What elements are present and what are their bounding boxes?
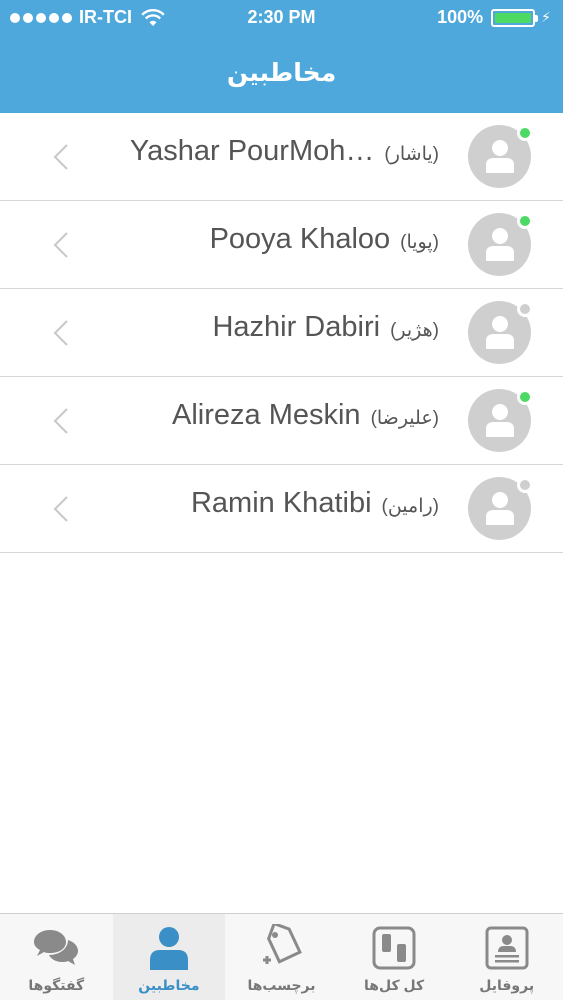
person-icon bbox=[486, 228, 514, 261]
person-icon bbox=[486, 316, 514, 349]
contact-latin-name: Alireza Meskin bbox=[172, 399, 361, 431]
tab-contacts[interactable]: مخاطبین bbox=[112, 914, 226, 1000]
versus-icon bbox=[372, 926, 416, 970]
contact-latin-name: Yashar PourMoh… bbox=[129, 135, 375, 167]
tab-label: گفتگوها bbox=[28, 977, 85, 993]
tab-versus[interactable]: کل کل‌ها bbox=[338, 914, 451, 1000]
contact-persian-name: (یاشار) bbox=[384, 144, 439, 165]
avatar bbox=[468, 125, 533, 188]
online-status-dot bbox=[517, 389, 533, 405]
contact-row[interactable]: Yashar PourMoh… (یاشار) bbox=[0, 113, 563, 201]
contact-latin-name: Pooya Khaloo bbox=[209, 223, 391, 255]
contact-name: Hazhir Dabiri (هژیر) bbox=[212, 289, 439, 377]
tab-conversations[interactable]: گفتگوها bbox=[0, 914, 113, 1000]
tab-bar: گفتگوها مخاطبین برچسب‌ها کل کل‌ها bbox=[0, 913, 563, 1000]
contact-latin-name: Hazhir Dabiri bbox=[212, 311, 381, 343]
offline-status-dot bbox=[517, 301, 533, 317]
tab-profile[interactable]: پروفایل bbox=[450, 914, 563, 1000]
person-icon bbox=[486, 140, 514, 173]
contact-name: Yashar PourMoh… (یاشار) bbox=[130, 113, 439, 201]
contact-latin-name: Ramin Khatibi bbox=[190, 487, 372, 519]
tag-icon bbox=[263, 924, 303, 964]
chevron-left-icon bbox=[53, 408, 68, 434]
person-icon bbox=[486, 492, 514, 525]
battery-icon bbox=[491, 8, 539, 27]
status-bar: IR-TCI 2:30 PM 100% ⚡ bbox=[0, 0, 563, 36]
contact-name: Alireza Meskin (علیرضا) bbox=[172, 377, 439, 465]
avatar bbox=[468, 213, 533, 276]
contact-row[interactable]: Alireza Meskin (علیرضا) bbox=[0, 377, 563, 465]
contact-persian-name: (هژیر) bbox=[390, 320, 439, 341]
page-title: مخاطبین bbox=[226, 59, 337, 87]
avatar bbox=[468, 389, 533, 452]
battery-percent: 100% bbox=[437, 7, 484, 27]
charging-bolt-icon: ⚡ bbox=[541, 9, 551, 25]
tab-label: کل کل‌ها bbox=[364, 977, 425, 993]
contact-persian-name: (رامین) bbox=[381, 496, 439, 517]
status-right: 100% ⚡ bbox=[437, 7, 551, 28]
online-status-dot bbox=[517, 125, 533, 141]
chevron-left-icon bbox=[53, 232, 68, 258]
contact-row[interactable]: Ramin Khatibi (رامین) bbox=[0, 465, 563, 553]
contact-row[interactable]: Hazhir Dabiri (هژیر) bbox=[0, 289, 563, 377]
online-status-dot bbox=[517, 213, 533, 229]
chevron-left-icon bbox=[53, 496, 68, 522]
chevron-left-icon bbox=[53, 144, 68, 170]
contact-name: Ramin Khatibi (رامین) bbox=[191, 465, 439, 553]
contact-persian-name: (پویا) bbox=[400, 232, 439, 253]
profile-card-icon bbox=[485, 926, 529, 970]
contacts-list: Yashar PourMoh… (یاشار) Pooya Khaloo (پویا… bbox=[0, 113, 563, 553]
person-icon bbox=[149, 927, 188, 970]
tab-label: برچسب‌ها bbox=[247, 977, 316, 993]
tab-label: مخاطبین bbox=[138, 977, 200, 993]
contact-name: Pooya Khaloo (پویا) bbox=[210, 201, 439, 289]
tab-tags[interactable]: برچسب‌ها bbox=[225, 914, 338, 1000]
avatar bbox=[468, 301, 533, 364]
tab-label: پروفایل bbox=[479, 977, 535, 993]
chat-bubbles-icon bbox=[34, 930, 79, 965]
contact-persian-name: (علیرضا) bbox=[370, 408, 439, 429]
chevron-left-icon bbox=[53, 320, 68, 346]
avatar bbox=[468, 477, 533, 540]
offline-status-dot bbox=[517, 477, 533, 493]
contact-row[interactable]: Pooya Khaloo (پویا) bbox=[0, 201, 563, 289]
header: IR-TCI 2:30 PM 100% ⚡ مخاطبین bbox=[0, 0, 563, 113]
person-icon bbox=[486, 404, 514, 437]
